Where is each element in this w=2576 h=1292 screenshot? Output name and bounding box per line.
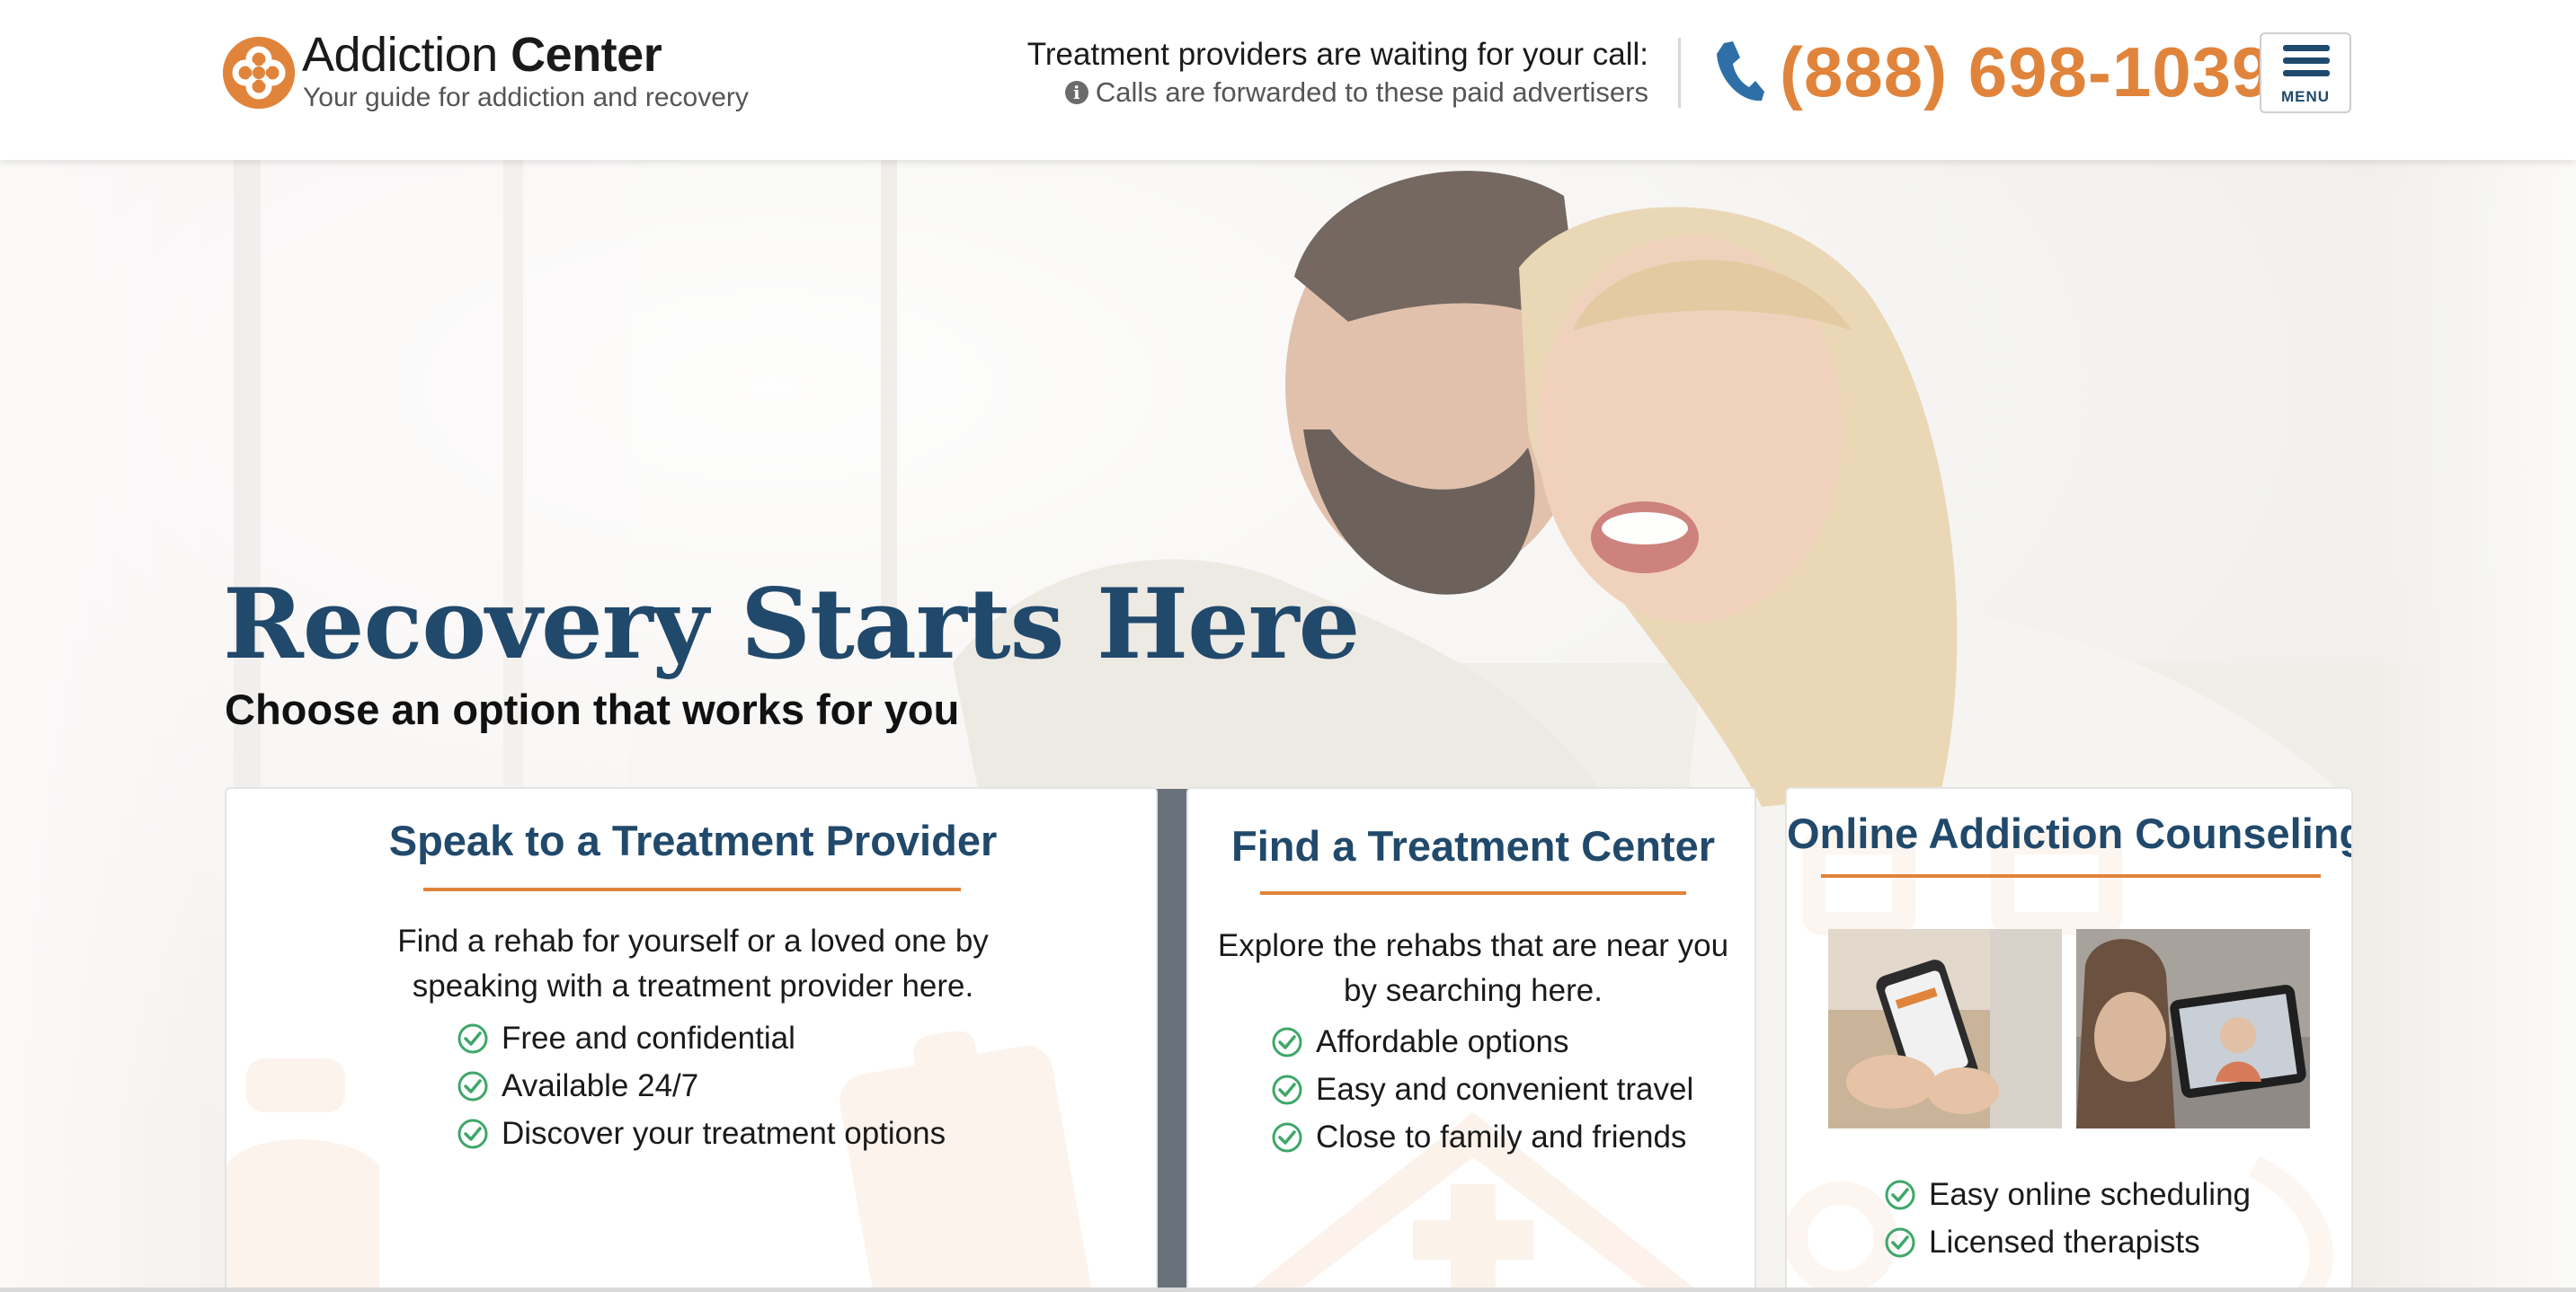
- card-bullet: Available 24/7: [457, 1063, 698, 1110]
- hamburger-menu-icon-bar: [2283, 58, 2330, 64]
- addiction-center-logo-icon[interactable]: [223, 37, 295, 109]
- video-counseling-photo: [2076, 929, 2310, 1128]
- forwarded-text: Calls are forwarded to these paid advert…: [1095, 76, 1648, 108]
- card-bullet-text: Easy online scheduling: [1929, 1177, 2252, 1212]
- brand-name[interactable]: Addiction Center: [302, 27, 662, 83]
- check-circle-icon: [1885, 1180, 1915, 1210]
- hero-section: Recovery Starts Here Choose an option th…: [0, 160, 2576, 1292]
- hamburger-menu-icon-bar: [2283, 45, 2330, 51]
- check-circle-icon: [457, 1119, 488, 1149]
- check-circle-icon: [457, 1071, 488, 1102]
- check-circle-icon: [1885, 1227, 1915, 1258]
- brand-name-light: Addiction: [302, 28, 498, 82]
- header-divider: [1678, 38, 1681, 108]
- phone-counseling-photo: [1828, 929, 2062, 1128]
- card-bullet: Easy online scheduling: [1884, 1172, 2251, 1218]
- hamburger-menu-icon-bar: [2283, 70, 2330, 76]
- card-title-underline: [1260, 891, 1686, 895]
- card-title[interactable]: Speak to a Treatment Provider: [227, 816, 1156, 866]
- card-bullet: Close to family and friends: [1271, 1114, 1686, 1161]
- card-bullet-text: Close to family and friends: [1316, 1119, 1687, 1155]
- card-title-underline: [1821, 874, 2321, 878]
- hero-title: Recovery Starts Here: [223, 568, 1360, 681]
- card-bullet: Discover your treatment options: [457, 1111, 946, 1157]
- card-bullet: Free and confidential: [457, 1015, 795, 1062]
- site-header: Addiction Center Your guide for addictio…: [0, 0, 2576, 160]
- brand-name-bold: Center: [511, 28, 662, 82]
- card-bullet-text: Licensed therapists: [1929, 1225, 2200, 1260]
- card-bullet-text: Discover your treatment options: [502, 1116, 946, 1151]
- check-circle-icon: [1272, 1122, 1302, 1153]
- card-bullet: Licensed therapists: [1884, 1219, 2200, 1266]
- menu-button[interactable]: MENU: [2260, 32, 2351, 113]
- hero-subtitle: Choose an option that works for you: [225, 686, 960, 733]
- card-description: Find a rehab for yourself or a loved one…: [397, 924, 989, 1004]
- online-addiction-counseling-card[interactable]: Online Addiction Counseling Easy online …: [1785, 787, 2353, 1292]
- card-title[interactable]: Find a Treatment Center: [1188, 821, 1754, 872]
- card-bullet: Affordable options: [1271, 1019, 1569, 1066]
- speak-to-provider-card[interactable]: Speak to a Treatment Provider Find a reh…: [225, 787, 1158, 1292]
- card-bullet-text: Available 24/7: [502, 1068, 699, 1103]
- card-bullet-text: Affordable options: [1316, 1024, 1569, 1059]
- card-bullet-text: Easy and convenient travel: [1316, 1072, 1694, 1107]
- card-title-underline: [423, 888, 961, 891]
- paid-advertisers-disclaimer[interactable]: i Calls are forwarded to these paid adve…: [1064, 75, 1648, 110]
- check-circle-icon: [1272, 1075, 1302, 1105]
- check-circle-icon: [1272, 1027, 1302, 1057]
- card-description: Explore the rehabs that are near you by …: [1217, 928, 1729, 1008]
- phone-icon[interactable]: [1713, 40, 1765, 104]
- check-circle-icon: [457, 1023, 488, 1054]
- viewport-bottom-edge: [0, 1288, 2576, 1292]
- info-circle-icon[interactable]: i: [1064, 81, 1088, 104]
- card-bullet-text: Free and confidential: [502, 1021, 795, 1056]
- find-treatment-center-card[interactable]: Find a Treatment Center Explore the reha…: [1186, 787, 1756, 1292]
- phone-number-link[interactable]: (888) 698-1039: [1780, 31, 2271, 113]
- providers-waiting-text: Treatment providers are waiting for your…: [1026, 37, 1648, 72]
- brand-tagline: Your guide for addiction and recovery: [303, 83, 749, 112]
- card-bullet: Easy and convenient travel: [1271, 1066, 1693, 1113]
- card-title[interactable]: Online Addiction Counseling: [1787, 809, 2351, 859]
- menu-label: MENU: [2280, 88, 2331, 105]
